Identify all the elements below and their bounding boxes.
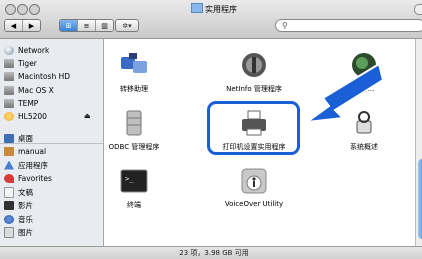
- item-label: ODBC 管理程序: [108, 143, 160, 151]
- sidebar-item-label: HL5200: [18, 111, 47, 121]
- sidebar-item-documents[interactable]: 文稿: [4, 186, 33, 198]
- music-icon: [4, 214, 14, 224]
- pointer-arrow-icon: [303, 62, 383, 124]
- status-bar: 23 项，3.98 GB 可用: [0, 246, 422, 259]
- sidebar-item-applications[interactable]: 应用程序: [4, 159, 48, 171]
- window-title-area: 实用程序: [0, 3, 422, 15]
- item-label: VoiceOver Utility: [224, 200, 284, 208]
- disk-icon: [4, 111, 14, 121]
- column-view-button[interactable]: ▥: [96, 20, 113, 31]
- network-icon: [4, 45, 14, 55]
- sidebar-item-label: Macintosh HD: [18, 71, 71, 81]
- item-voiceover-utility[interactable]: VoiceOver Utility: [199, 167, 309, 208]
- forward-button[interactable]: ▶: [23, 20, 40, 31]
- item-label: 系统概述: [350, 143, 378, 151]
- vertical-scrollbar[interactable]: [415, 39, 422, 246]
- view-switcher: ⊞ ≡ ▥: [59, 19, 114, 32]
- voiceover-icon: [239, 167, 269, 195]
- sidebar-item-label: Tiger: [18, 58, 37, 68]
- home-icon: [4, 146, 14, 156]
- sidebar-item-movies[interactable]: 影片: [4, 199, 33, 211]
- sidebar-item-favorites[interactable]: Favorites: [4, 172, 52, 184]
- scroll-thumb[interactable]: [418, 159, 422, 239]
- terminal-icon: >_: [119, 167, 149, 195]
- sidebar-item-manual[interactable]: manual: [4, 145, 46, 157]
- item-odbc-administrator[interactable]: ODBC 管理程序: [79, 109, 189, 152]
- sidebar-item-macintosh-hd[interactable]: Macintosh HD: [4, 70, 70, 82]
- sidebar-item-hl5200[interactable]: HL5200: [4, 110, 47, 122]
- favorites-icon: [4, 173, 14, 183]
- migration-assistant-icon: [119, 51, 149, 79]
- highlight-frame: [207, 101, 300, 155]
- sidebar-item-label: 文稿: [18, 187, 33, 197]
- window-title: 实用程序: [205, 5, 237, 14]
- item-terminal[interactable]: >_ 终端: [79, 167, 189, 210]
- odbc-icon: [119, 109, 149, 137]
- sidebar-item-label: 影片: [18, 200, 33, 210]
- sidebar-item-label: 应用程序: [18, 160, 48, 170]
- sidebar-item-temp[interactable]: TEMP: [4, 97, 38, 109]
- hard-drive-icon: [4, 85, 14, 95]
- item-label: NetInfo 管理程序: [226, 85, 282, 93]
- documents-icon: [4, 186, 14, 198]
- sidebar-item-pictures[interactable]: 图片: [4, 226, 33, 238]
- list-view-button[interactable]: ≡: [78, 20, 96, 31]
- item-label: 转移助理: [120, 85, 148, 93]
- applications-icon: [4, 160, 14, 170]
- sidebar-item-label: 桌面: [18, 133, 33, 143]
- folder-icon: [191, 3, 203, 13]
- sidebar-item-label: 图片: [18, 227, 33, 237]
- sidebar-item-network[interactable]: Network: [4, 44, 49, 56]
- action-menu-button[interactable]: ✲▾: [115, 19, 139, 32]
- sidebar-item-label: Favorites: [18, 173, 52, 183]
- toolbar-toggle-button[interactable]: [414, 4, 422, 15]
- item-netinfo-manager[interactable]: NetInfo 管理程序: [199, 51, 309, 94]
- item-label: 终端: [127, 201, 141, 209]
- sidebar-item-mac-os-x[interactable]: Mac OS X: [4, 84, 54, 96]
- desktop-icon: [4, 133, 14, 143]
- hard-drive-icon: [4, 71, 14, 81]
- movies-icon: [4, 200, 14, 210]
- sidebar-item-label: Network: [18, 45, 50, 55]
- search-field[interactable]: ⚲: [275, 19, 422, 32]
- sidebar-item-label: TEMP: [18, 98, 39, 108]
- sidebar-item-tiger[interactable]: Tiger: [4, 57, 37, 69]
- icon-view-button[interactable]: ⊞: [60, 20, 78, 31]
- pictures-icon: [4, 226, 14, 238]
- sidebar-item-label: 音乐: [18, 214, 33, 224]
- titlebar: 实用程序 ◀ ▶ ⊞ ≡ ▥ ✲▾ ⚲: [0, 0, 422, 39]
- search-icon: ⚲: [282, 21, 288, 30]
- sidebar-item-desktop[interactable]: 桌面: [4, 132, 33, 144]
- hard-drive-icon: [4, 58, 14, 68]
- netinfo-icon: [239, 51, 269, 79]
- hard-drive-icon: [4, 98, 14, 108]
- back-forward-buttons: ◀ ▶: [4, 19, 41, 32]
- finder-window: 实用程序 ◀ ▶ ⊞ ≡ ▥ ✲▾ ⚲ Network Tiger Macint…: [0, 0, 422, 259]
- svg-text:>_: >_: [125, 175, 134, 183]
- sidebar-item-label: manual: [18, 146, 47, 156]
- back-button[interactable]: ◀: [5, 20, 23, 31]
- item-migration-assistant[interactable]: 转移助理: [79, 51, 189, 94]
- sidebar-item-label: Mac OS X: [18, 85, 54, 95]
- sidebar-item-music[interactable]: 音乐: [4, 213, 33, 225]
